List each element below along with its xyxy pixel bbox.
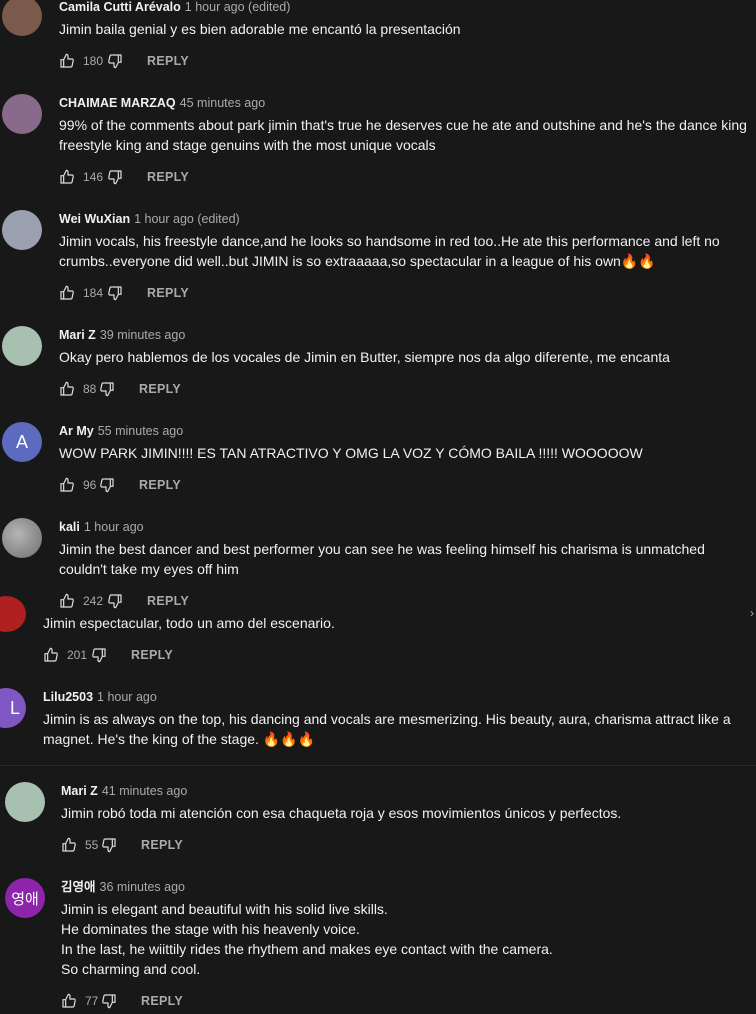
comment-time[interactable]: 1 hour ago bbox=[97, 690, 157, 704]
thumb-down-icon[interactable] bbox=[101, 837, 117, 853]
comment-author[interactable]: Lilu2503 bbox=[43, 690, 93, 704]
thumb-up-icon[interactable] bbox=[43, 647, 59, 663]
comment-author[interactable]: Ar My bbox=[59, 424, 94, 438]
thumb-down-icon[interactable] bbox=[91, 647, 107, 663]
comment-actions: 180 REPLY bbox=[59, 51, 189, 71]
thumb-down-icon[interactable] bbox=[107, 285, 123, 301]
like-count: 184 bbox=[83, 286, 104, 300]
comment-time[interactable]: 1 hour ago bbox=[84, 520, 144, 534]
comment-header: Lilu2503 1 hour ago bbox=[43, 690, 157, 704]
like-count: 242 bbox=[83, 594, 104, 608]
reply-button[interactable]: REPLY bbox=[131, 648, 173, 662]
reply-button[interactable]: REPLY bbox=[147, 286, 189, 300]
thumb-up-icon[interactable] bbox=[59, 593, 75, 609]
comment-header: Camila Cutti Arévalo 1 hour ago (edited) bbox=[59, 0, 290, 14]
thumb-down-icon[interactable] bbox=[99, 477, 115, 493]
comment-header: CHAIMAE MARZAQ 45 minutes ago bbox=[59, 96, 265, 110]
comment-actions: 184 REPLY bbox=[59, 283, 189, 303]
comment-text: Jimin espectacular, todo un amo del esce… bbox=[43, 615, 335, 631]
comment-text: 99% of the comments about park jimin tha… bbox=[59, 117, 747, 153]
reply-button[interactable]: REPLY bbox=[139, 382, 181, 396]
like-count: 146 bbox=[83, 170, 104, 184]
avatar[interactable] bbox=[2, 0, 42, 36]
avatar-letter: L bbox=[9, 697, 20, 718]
like-count: 96 bbox=[83, 478, 97, 492]
comment-actions: 96 REPLY bbox=[59, 475, 181, 495]
comment-header: 김영애 36 minutes ago bbox=[61, 880, 185, 894]
reply-button[interactable]: REPLY bbox=[147, 170, 189, 184]
comment-text: Jimin robó toda mi atención con esa chaq… bbox=[61, 805, 622, 821]
comment-time[interactable]: 45 minutes ago bbox=[180, 96, 265, 110]
comment-text: Okay pero hablemos de los vocales de Jim… bbox=[59, 349, 670, 365]
like-count: 77 bbox=[85, 994, 99, 1008]
thumb-down-icon[interactable] bbox=[107, 593, 123, 609]
thumb-up-icon[interactable] bbox=[59, 381, 75, 397]
comment-actions: 201 REPLY bbox=[43, 645, 173, 665]
comment-time[interactable]: 55 minutes ago bbox=[98, 424, 183, 438]
comment-header: Mari Z 39 minutes ago bbox=[59, 328, 185, 342]
comment-text: Jimin baila genial y es bien adorable me… bbox=[59, 21, 461, 37]
avatar[interactable]: A bbox=[2, 422, 42, 462]
comment-actions: 55 REPLY bbox=[61, 835, 183, 855]
comment-text: Jimin is elegant and beautiful with his … bbox=[61, 901, 553, 977]
like-count: 201 bbox=[67, 648, 88, 662]
comment-author[interactable]: Wei WuXian bbox=[59, 212, 130, 226]
thumb-up-icon[interactable] bbox=[59, 169, 75, 185]
avatar[interactable] bbox=[2, 210, 42, 250]
comment-time[interactable]: 36 minutes ago bbox=[100, 880, 185, 894]
comment-time[interactable]: 41 minutes ago bbox=[102, 784, 187, 798]
section-divider bbox=[0, 765, 756, 766]
like-count: 180 bbox=[83, 54, 104, 68]
comment-actions: 242 REPLY bbox=[59, 591, 189, 611]
comment-header: Ar My 55 minutes ago bbox=[59, 424, 183, 438]
reply-button[interactable]: REPLY bbox=[147, 594, 189, 608]
comment-actions: 88 REPLY bbox=[59, 379, 181, 399]
comment-author[interactable]: Mari Z bbox=[61, 784, 98, 798]
comment-author[interactable]: CHAIMAE MARZAQ bbox=[59, 96, 176, 110]
thumb-up-icon[interactable] bbox=[61, 837, 77, 853]
thumb-up-icon[interactable] bbox=[61, 993, 77, 1009]
thumb-down-icon[interactable] bbox=[107, 53, 123, 69]
comment-time[interactable]: 39 minutes ago bbox=[100, 328, 185, 342]
comment-time[interactable]: 1 hour ago (edited) bbox=[134, 212, 240, 226]
chevron-right-icon[interactable]: › bbox=[750, 607, 756, 619]
avatar[interactable] bbox=[2, 326, 42, 366]
comment-author[interactable]: kali bbox=[59, 520, 80, 534]
thumb-down-icon[interactable] bbox=[107, 169, 123, 185]
comment-header: Wei WuXian 1 hour ago (edited) bbox=[59, 212, 240, 226]
like-count: 88 bbox=[83, 382, 97, 396]
avatar[interactable]: L bbox=[0, 688, 26, 728]
like-count: 55 bbox=[85, 838, 99, 852]
comment-author[interactable]: Camila Cutti Arévalo bbox=[59, 0, 181, 14]
avatar[interactable] bbox=[0, 596, 26, 632]
avatar-letter: 영애 bbox=[11, 890, 39, 908]
thumb-down-icon[interactable] bbox=[101, 993, 117, 1009]
avatar-letter: A bbox=[15, 431, 28, 452]
comment-text: Jimin the best dancer and best performer… bbox=[59, 541, 705, 577]
reply-button[interactable]: REPLY bbox=[141, 994, 183, 1008]
comment-text: Jimin is as always on the top, his danci… bbox=[43, 711, 731, 747]
avatar[interactable] bbox=[2, 518, 42, 558]
comment-header: Mari Z 41 minutes ago bbox=[61, 784, 187, 798]
comment-actions: 146 REPLY bbox=[59, 167, 189, 187]
reply-button[interactable]: REPLY bbox=[147, 54, 189, 68]
thumb-up-icon[interactable] bbox=[59, 53, 75, 69]
comment-author[interactable]: 김영애 bbox=[61, 880, 96, 894]
comment-actions: 77 REPLY bbox=[61, 991, 183, 1011]
comment-text: Jimin vocals, his freestyle dance,and he… bbox=[59, 233, 720, 269]
comment-header: kali 1 hour ago bbox=[59, 520, 144, 534]
comment-time[interactable]: 1 hour ago (edited) bbox=[185, 0, 291, 14]
avatar[interactable] bbox=[2, 94, 42, 134]
thumb-up-icon[interactable] bbox=[59, 477, 75, 493]
thumb-down-icon[interactable] bbox=[99, 381, 115, 397]
comment-text: WOW PARK JIMIN!!!! ES TAN ATRACTIVO Y OM… bbox=[59, 445, 643, 461]
avatar[interactable] bbox=[5, 782, 45, 822]
reply-button[interactable]: REPLY bbox=[141, 838, 183, 852]
reply-button[interactable]: REPLY bbox=[139, 478, 181, 492]
thumb-up-icon[interactable] bbox=[59, 285, 75, 301]
avatar[interactable]: 영애 bbox=[5, 878, 45, 918]
comment-author[interactable]: Mari Z bbox=[59, 328, 96, 342]
